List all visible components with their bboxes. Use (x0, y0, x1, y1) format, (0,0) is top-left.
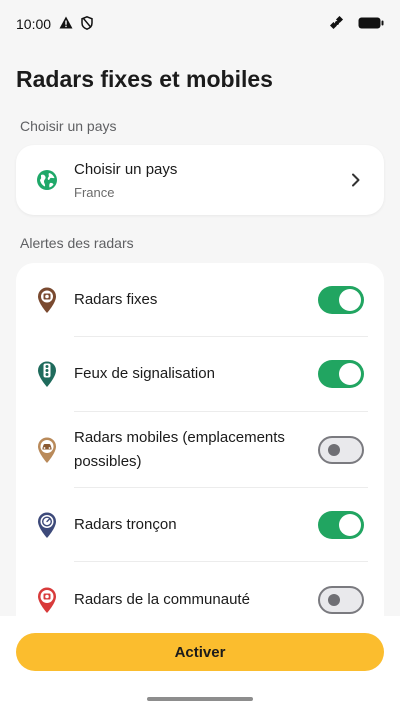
alert-row-mobile-radars: Radars mobiles (emplacements possibles) (16, 412, 384, 488)
page-title: Radars fixes et mobiles (16, 66, 273, 92)
activate-button[interactable]: Activer (16, 633, 384, 671)
mobile-radars-toggle[interactable] (318, 436, 364, 464)
radar-alerts-list: Radars fixes Feux de signalisation Radar… (16, 263, 384, 643)
alert-row-section-radars: Radars tronçon (16, 488, 384, 562)
battery-icon (358, 16, 384, 32)
status-right (329, 15, 384, 33)
country-selector[interactable]: Choisir un pays France (16, 145, 384, 215)
traffic-light-icon (36, 360, 58, 388)
alert-row-traffic-lights: Feux de signalisation (16, 337, 384, 412)
traffic-lights-toggle[interactable] (318, 360, 364, 388)
fixed-radar-icon (36, 286, 58, 314)
alert-label: Feux de signalisation (74, 365, 215, 382)
satellite-icon (329, 15, 344, 33)
community-radar-icon (36, 586, 58, 614)
section-radars-toggle[interactable] (318, 511, 364, 539)
selected-country: France (74, 185, 115, 200)
alert-label: Radars tronçon (74, 516, 177, 533)
toggle-knob (339, 363, 361, 385)
toggle-knob (339, 514, 361, 536)
fixed-radars-toggle[interactable] (318, 286, 364, 314)
country-section-label: Choisir un pays (20, 118, 117, 134)
alert-row-fixed-radars: Radars fixes (16, 263, 384, 337)
bottom-bar: Activer (0, 616, 400, 711)
alert-label: Radars mobiles (emplacements possibles) (74, 429, 285, 470)
chevron-right-icon (350, 172, 362, 188)
screen: 10:00 Radars fixes et mobiles Choisir un… (0, 0, 400, 711)
toggle-knob (328, 594, 340, 606)
status-bar: 10:00 (0, 0, 400, 48)
toggle-knob (328, 444, 340, 456)
alerts-section-label: Alertes des radars (20, 235, 134, 251)
community-radars-toggle[interactable] (318, 586, 364, 614)
country-selector-title: Choisir un pays (74, 161, 178, 178)
mobile-radar-icon (36, 436, 58, 464)
shield-icon (81, 15, 93, 33)
clock: 10:00 (16, 16, 52, 32)
home-indicator[interactable] (147, 697, 253, 701)
alert-label: Radars de la communauté (74, 591, 250, 608)
warning-icon (59, 16, 73, 32)
section-radar-icon (36, 511, 58, 539)
status-left: 10:00 (16, 15, 93, 33)
toggle-knob (339, 289, 361, 311)
globe-icon (36, 169, 58, 191)
alert-label: Radars fixes (74, 291, 158, 308)
